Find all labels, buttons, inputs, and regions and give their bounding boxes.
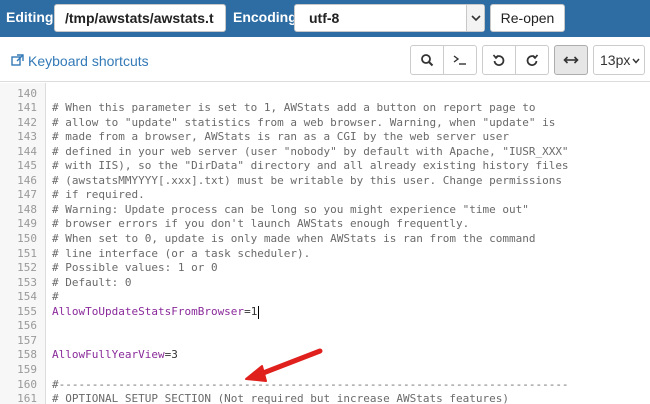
config-setting-line: AllowToUpdateStatsFromBrowser=1 — [52, 305, 257, 320]
line-number: 152 — [17, 261, 37, 275]
line-number: 142 — [17, 115, 37, 129]
search-icon — [421, 54, 434, 67]
annotation-arrow — [245, 348, 323, 382]
comment-line: # allow to "update" statistics from a we… — [52, 115, 556, 129]
comment-line: # line interface (or a task scheduler). — [52, 246, 311, 260]
file-path-field[interactable]: /tmp/awstats/awstats.t — [54, 4, 226, 32]
line-number: 154 — [17, 290, 37, 304]
line-number: 160 — [17, 377, 37, 391]
comment-line: # if required. — [52, 188, 145, 202]
comment-line: # Possible values: 1 or 0 — [52, 261, 218, 275]
line-number: 144 — [17, 144, 37, 158]
comment-line: # browser errors if you don't launch AWS… — [52, 217, 470, 231]
line-number: 159 — [17, 362, 37, 376]
go-to-line-button[interactable] — [443, 45, 477, 75]
line-number: 145 — [17, 159, 37, 173]
undo-button[interactable] — [482, 45, 516, 75]
external-link-icon — [11, 54, 24, 66]
line-number: 158 — [17, 348, 37, 362]
font-size-value: 13px — [600, 52, 631, 68]
editor-toolbar: Keyboard shortcuts 13px — [0, 37, 650, 82]
comment-line: # Warning: Update process can be long so… — [52, 202, 529, 216]
line-number: 141 — [17, 101, 37, 115]
chevron-down-icon — [632, 58, 640, 64]
text-cursor — [258, 305, 260, 319]
setting-value: 1 — [250, 304, 258, 318]
line-number: 153 — [17, 275, 37, 289]
setting-key: AllowFullYearView — [52, 348, 165, 362]
comment-line: # When set to 0, update is only made whe… — [52, 232, 536, 245]
keyboard-shortcuts-label: Keyboard shortcuts — [28, 53, 149, 69]
search-button[interactable] — [410, 45, 444, 75]
terminal-icon — [453, 55, 466, 65]
line-number: 146 — [17, 173, 37, 187]
comment-line: # — [52, 290, 59, 304]
comment-line: # with IIS), so the "DirData" directory … — [52, 159, 569, 173]
line-number: 157 — [17, 333, 37, 347]
line-number: 147 — [17, 188, 37, 202]
redo-button[interactable] — [515, 45, 549, 75]
line-number: 150 — [17, 232, 37, 245]
undo-icon — [492, 54, 505, 66]
toggle-line-wrap-button[interactable] — [554, 45, 588, 75]
line-number: 161 — [17, 392, 37, 404]
line-number: 151 — [17, 246, 37, 260]
equals-operator: = — [244, 304, 251, 318]
setting-value: 3 — [171, 348, 178, 362]
redo-icon — [526, 54, 539, 66]
editing-label: Editing: — [6, 9, 59, 25]
reopen-button[interactable]: Re-open — [490, 4, 565, 32]
setting-key: AllowToUpdateStatsFromBrowser — [52, 304, 245, 318]
editor-header-bar: Editing: /tmp/awstats/awstats.t Encoding… — [0, 0, 650, 37]
comment-line: # (awstatsMMYYYY[.xxx].txt) must be writ… — [52, 173, 562, 187]
encoding-value: utf-8 — [309, 10, 340, 26]
horizontal-arrows-icon — [563, 56, 579, 64]
comment-line: # made from a browser, AWStats is ran as… — [52, 130, 509, 144]
encoding-label: Encoding: — [233, 9, 302, 25]
line-number: 156 — [17, 319, 37, 333]
font-size-select[interactable]: 13px — [593, 45, 645, 75]
line-number: 155 — [17, 304, 37, 318]
comment-line: # Default: 0 — [52, 275, 132, 289]
line-number: 149 — [17, 217, 37, 231]
comment-line: # When this parameter is set to 1, AWSta… — [52, 101, 536, 115]
comment-line: # defined in your web server (user "nobo… — [52, 144, 569, 158]
encoding-select[interactable]: utf-8 — [294, 4, 485, 32]
line-number: 140 — [17, 86, 37, 100]
line-number: 148 — [17, 202, 37, 216]
comment-line: # OPTIONAL SETUP SECTION (Not required b… — [52, 392, 509, 404]
line-number: 143 — [17, 130, 37, 144]
line-number-gutter: 140 141 142 143 144 145 146 147 148 149 150 151 152 1… — [0, 83, 46, 404]
config-setting-line: AllowFullYearView=3 — [52, 348, 178, 363]
chevron-down-icon[interactable] — [466, 5, 484, 31]
code-editor[interactable]: 140 141 142 143 144 145 146 147 148 149 150 151 152 1… — [0, 83, 650, 404]
